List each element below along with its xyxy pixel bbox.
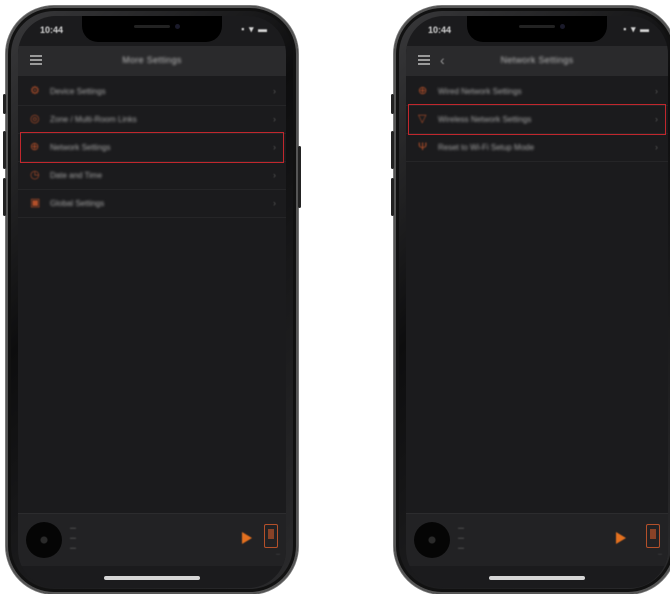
speaker [519, 25, 555, 28]
clock-icon: ◷ [30, 169, 40, 181]
silent-switch [3, 94, 6, 114]
play-icon[interactable] [242, 532, 252, 544]
right-screen: 10:44 ▪ ▾ ▬ ‹ Network Settings ⊕ Wired Ne… [406, 16, 668, 588]
power-button [298, 146, 301, 208]
left-phone: 10:44 ▪ ▾ ▬ More Settings ⚙ Device Settin… [3, 6, 301, 594]
list-item-label: Zone / Multi-Room Links [50, 115, 137, 124]
list-item-label: Network Settings [50, 143, 111, 152]
ethernet-icon: ⊕ [418, 85, 428, 97]
status-icons: ▪ ▾ ▬ [241, 24, 268, 34]
home-indicator[interactable] [104, 576, 200, 580]
camera [175, 24, 180, 29]
device-label: — [276, 551, 280, 556]
volume-up-button [391, 131, 394, 169]
list-item[interactable]: Ψ Reset to Wi-Fi Setup Mode › [406, 134, 668, 162]
home-indicator[interactable] [489, 576, 585, 580]
chevron-right-icon: › [655, 142, 658, 152]
camera [560, 24, 565, 29]
settings-list: ⊕ Wired Network Settings › ▽ Wireless Networ… [406, 78, 668, 162]
volume-up-button [3, 131, 6, 169]
status-time: 10:44 [40, 25, 64, 35]
track-line-2: — [70, 536, 76, 542]
settings-list: ⚙ Device Settings › ◎ Zone / Multi-Room Link… [18, 78, 286, 218]
notch [467, 16, 607, 42]
chevron-right-icon: › [273, 170, 276, 180]
mini-player[interactable]: — — — — [406, 513, 668, 566]
track-line-3: — [70, 546, 76, 552]
status-time: 10:44 [428, 25, 452, 35]
list-item-label: Wired Network Settings [438, 87, 522, 96]
track-line-2: — [458, 536, 464, 542]
antenna-icon: Ψ [418, 141, 428, 153]
album-art[interactable] [414, 522, 450, 558]
device-label: — [658, 551, 662, 556]
wifi-icon: ▽ [418, 113, 427, 125]
global-icon: ▣ [30, 197, 41, 209]
mini-player[interactable]: — — — — [18, 513, 286, 566]
right-phone: 10:44 ▪ ▾ ▬ ‹ Network Settings ⊕ Wired Ne… [391, 6, 670, 594]
list-item[interactable]: ⊕ Wired Network Settings › [406, 78, 668, 106]
volume-down-button [3, 178, 6, 216]
list-item[interactable]: ⊕ Network Settings › [18, 132, 286, 163]
speaker-device-icon[interactable] [264, 524, 278, 548]
gear-icon: ⚙ [30, 85, 40, 97]
list-item[interactable]: ◷ Date and Time › [18, 162, 286, 190]
list-item[interactable]: ▣ Global Settings › [18, 190, 286, 218]
chevron-right-icon: › [273, 142, 276, 152]
list-item-label: Date and Time [50, 171, 103, 180]
list-item[interactable]: ◎ Zone / Multi-Room Links › [18, 106, 286, 134]
app-header: ‹ Network Settings [406, 46, 668, 76]
list-item-label: Reset to Wi-Fi Setup Mode [438, 143, 535, 152]
zone-icon: ◎ [30, 113, 40, 125]
status-icons: ▪ ▾ ▬ [623, 24, 650, 34]
network-icon: ⊕ [30, 141, 40, 153]
chevron-right-icon: › [655, 86, 658, 96]
list-item-label: Wireless Network Settings [438, 115, 532, 124]
chevron-right-icon: › [273, 86, 276, 96]
left-screen: 10:44 ▪ ▾ ▬ More Settings ⚙ Device Settin… [18, 16, 286, 588]
page-title: More Settings [122, 55, 182, 65]
silent-switch [391, 94, 394, 114]
chevron-right-icon: › [655, 114, 658, 124]
volume-down-button [391, 178, 394, 216]
page-title: Network Settings [500, 55, 574, 65]
speaker-device-icon[interactable] [646, 524, 660, 548]
list-item[interactable]: ⚙ Device Settings › [18, 78, 286, 106]
list-item[interactable]: ▽ Wireless Network Settings › [406, 104, 668, 135]
track-info: — — — [458, 524, 464, 554]
app-header: More Settings [18, 46, 286, 76]
play-icon[interactable] [616, 532, 626, 544]
list-item-label: Global Settings [50, 199, 105, 208]
chevron-right-icon: › [273, 198, 276, 208]
chevron-right-icon: › [273, 114, 276, 124]
track-info: — — — [70, 524, 76, 554]
track-line-1: — [458, 526, 464, 532]
speaker [134, 25, 170, 28]
track-line-3: — [458, 546, 464, 552]
album-art[interactable] [26, 522, 62, 558]
list-item-label: Device Settings [50, 87, 106, 96]
track-line-1: — [70, 526, 76, 532]
notch [82, 16, 222, 42]
